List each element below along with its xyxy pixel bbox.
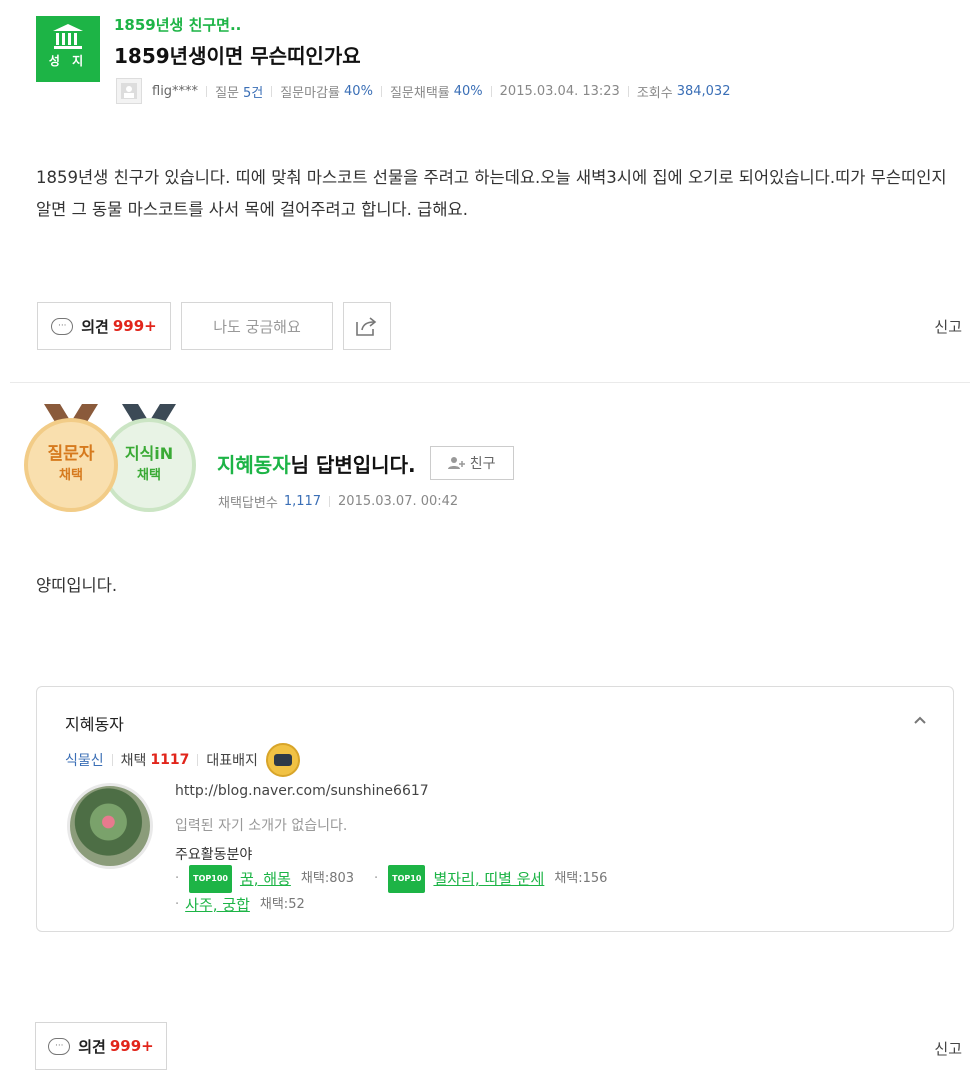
rank-tag: TOP10 [388, 865, 426, 893]
profile-url[interactable]: http://blog.naver.com/sunshine6617 [175, 783, 429, 799]
field-link[interactable]: 사주, 궁합 [185, 893, 250, 917]
questions-value: 5건 [242, 85, 264, 101]
separator [111, 754, 113, 766]
opinion-label: 의견 [81, 317, 109, 336]
views-value: 384,032 [676, 83, 731, 99]
adoption-rate-label: 질문채택률 [389, 85, 450, 101]
questioner-adopted-medal: 질문자 채택 [24, 418, 118, 512]
answer-author-suffix: 님 답변입니다. [290, 452, 416, 477]
adoption-rate-value: 40% [453, 83, 483, 99]
fields-label: 주요활동분야 [175, 847, 253, 863]
medal-kin-line2: 채택 [137, 468, 161, 483]
badge-label: 성 지 [48, 54, 88, 68]
answer-meta: 채택답변수 1,117 2015.03.07. 00:42 [218, 492, 458, 511]
separator [329, 496, 331, 507]
answer-author[interactable]: 지혜동자 [217, 449, 291, 478]
questions-label: 질문 [215, 85, 239, 101]
share-button[interactable] [343, 302, 391, 350]
sacred-badge: 성 지 [36, 16, 100, 82]
opinion-count: 999+ [112, 317, 157, 335]
chevron-up-icon[interactable] [913, 713, 927, 729]
question-meta: flig**** 질문 5건 질문마감률 40% 질문채택률 40% 2015.… [116, 78, 730, 104]
pillar-icon [53, 24, 83, 49]
separator [490, 85, 492, 97]
question-body: 1859년생 친구가 있습니다. 띠에 맞춰 마스코트 선물을 주려고 하는데요… [36, 168, 947, 219]
answerer-profile-card: 지혜동자 식물신 채택 1117 대표배지 http://blog.naver.… [36, 686, 954, 932]
adopt-value: 1117 [150, 752, 190, 768]
medal-kin-line1: 지식iN [124, 444, 174, 463]
report-link[interactable]: 신고 [934, 316, 962, 337]
bullet: · [175, 897, 180, 912]
add-friend-button[interactable]: 친구 [429, 446, 514, 480]
separator [627, 85, 629, 97]
profile-stats: 식물신 채택 1117 대표배지 [65, 743, 300, 777]
question-actions: ··· 의견 999+ 나도 궁금해요 [37, 302, 391, 350]
friend-label: 친구 [469, 456, 496, 472]
adopted-count-label: 채택답변수 [218, 496, 278, 511]
default-avatar-icon[interactable] [116, 78, 142, 104]
question-category[interactable]: 1859년생 친구면.. [114, 14, 241, 35]
medal-questioner-line1: 질문자 [47, 444, 95, 464]
activity-fields: · TOP100 꿈, 해몽 채택:803 · TOP10 별자리, 띠별 운세… [175, 865, 607, 917]
opinion-count: 999+ [109, 1037, 154, 1055]
answer-header: 지혜동자 님 답변입니다. 친구 [217, 446, 514, 480]
badge-label: 대표배지 [206, 753, 258, 769]
rank-tag: TOP100 [189, 865, 232, 893]
adopted-count-value: 1,117 [283, 494, 322, 509]
curious-button[interactable]: 나도 궁금해요 [181, 302, 333, 350]
speech-bubble-icon: ··· [48, 1037, 71, 1055]
profile-avatar[interactable] [67, 783, 153, 869]
bullet: · [175, 871, 180, 886]
question-date: 2015.03.04. 13:23 [499, 83, 620, 99]
field-link[interactable]: 별자리, 띠별 운세 [433, 867, 544, 891]
add-friend-icon [447, 457, 465, 469]
answer-report-link[interactable]: 신고 [934, 1038, 962, 1059]
field-count: 채택:803 [300, 871, 355, 886]
answer-opinion-button[interactable]: ··· 의견 999+ [35, 1022, 167, 1070]
separator [197, 754, 199, 766]
closing-rate-label: 질문마감률 [280, 85, 341, 101]
separator [380, 85, 382, 97]
section-divider [10, 382, 970, 383]
adopt-label: 채택 [120, 753, 147, 769]
field-link[interactable]: 꿈, 해몽 [240, 867, 291, 891]
field-count: 채택:156 [554, 871, 608, 886]
graduation-cap-badge-icon[interactable] [265, 743, 300, 777]
question-user[interactable]: flig**** [152, 84, 198, 99]
speech-bubble-icon: ··· [51, 317, 74, 335]
question-title: 1859년생이면 무슨띠인가요 [114, 44, 361, 68]
profile-name[interactable]: 지혜동자 [65, 711, 124, 735]
closing-rate-value: 40% [344, 83, 373, 99]
bullet: · [374, 871, 379, 886]
opinion-label: 의견 [78, 1037, 106, 1056]
views-label: 조회수 [636, 85, 673, 101]
share-icon [356, 317, 377, 336]
separator [271, 85, 273, 97]
answer-body: 양띠입니다. [36, 576, 118, 595]
opinion-button[interactable]: ··· 의견 999+ [37, 302, 171, 350]
field-count: 채택:52 [259, 897, 305, 912]
medal-questioner-line2: 채택 [59, 468, 83, 483]
profile-intro: 입력된 자기 소개가 없습니다. [175, 818, 348, 834]
answer-date: 2015.03.07. 00:42 [338, 494, 459, 509]
profile-rank[interactable]: 식물신 [65, 750, 104, 770]
separator [206, 85, 208, 97]
